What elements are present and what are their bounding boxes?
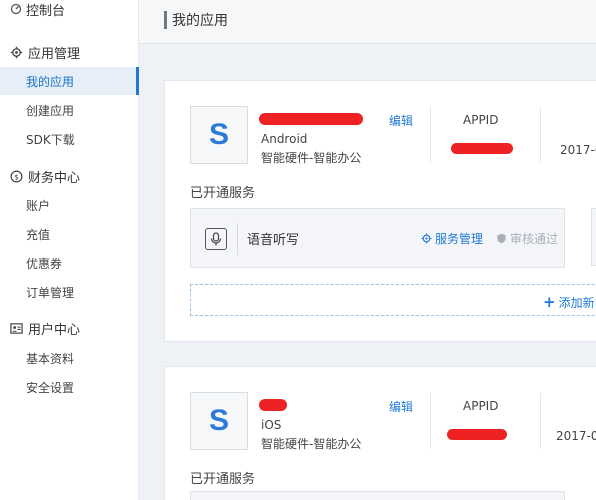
divider: [540, 107, 541, 163]
service-name: 语音听写: [247, 233, 300, 248]
add-service-button[interactable]: + 添加新: [543, 293, 595, 311]
sidebar-item-my-apps[interactable]: 我的应用: [0, 67, 139, 95]
app-logo-letter: S: [208, 404, 229, 437]
group-app-management[interactable]: 应用管理: [10, 42, 80, 62]
shield-icon: [497, 233, 506, 244]
coin-icon: $: [10, 170, 23, 182]
service-item-partial: [591, 208, 596, 266]
app-logo: S: [190, 392, 248, 450]
page-header: 我的应用: [139, 0, 596, 44]
redacted-app-name: [259, 399, 287, 411]
group-user-center[interactable]: 用户中心: [10, 318, 80, 338]
app-category: 智能硬件-智能办公: [261, 437, 362, 451]
appid-label: APPID: [463, 399, 499, 413]
divider: [430, 393, 431, 449]
service-item: 语音听写 服务管理 审核通过: [190, 208, 565, 268]
app-platform: Android: [261, 132, 308, 146]
services-title: 已开通服务: [190, 186, 256, 201]
brand-label: 控制台: [26, 3, 66, 19]
svg-text:$: $: [14, 172, 19, 181]
user-card-icon: [10, 322, 23, 334]
group-title-label: 财务中心: [28, 170, 81, 186]
edit-app-link[interactable]: 编辑: [389, 398, 413, 415]
service-manage-link[interactable]: 服务管理: [421, 230, 483, 247]
add-service-label: 添加新: [558, 295, 595, 310]
created-date: 2017-08: [556, 429, 596, 443]
app-logo-letter: S: [208, 118, 229, 151]
microphone-icon: [205, 228, 227, 250]
app-platform: iOS: [261, 418, 282, 432]
add-service-area[interactable]: + 添加新: [190, 284, 596, 316]
app-logo: S: [190, 106, 248, 164]
app-card: S 编辑 iOS 智能硬件-智能办公 APPID 2017-08 已开通服务: [164, 366, 596, 500]
divider: [237, 223, 238, 255]
console-link[interactable]: 控制台: [10, 0, 66, 19]
created-date: 2017-0: [560, 143, 596, 157]
sidebar-item-coupons[interactable]: 优惠券: [0, 249, 139, 277]
sidebar-item-orders[interactable]: 订单管理: [0, 278, 139, 306]
services-title: 已开通服务: [190, 472, 256, 487]
divider: [430, 107, 431, 163]
gear-icon: [10, 46, 23, 58]
sidebar-item-security[interactable]: 安全设置: [0, 373, 139, 401]
redacted-appid: [447, 429, 507, 440]
app-category: 智能硬件-智能办公: [261, 151, 362, 165]
title-accent-bar: [164, 11, 167, 29]
service-manage-label: 服务管理: [435, 232, 484, 246]
group-finance[interactable]: $ 财务中心: [10, 166, 80, 186]
gear-icon: [421, 233, 432, 244]
divider: [540, 393, 541, 449]
sidebar-item-recharge[interactable]: 充值: [0, 220, 139, 248]
sidebar-item-profile[interactable]: 基本资料: [0, 344, 139, 372]
audit-status-label: 审核通过: [510, 232, 559, 246]
redacted-appid: [451, 143, 513, 154]
appid-label: APPID: [463, 113, 499, 127]
group-title-label: 应用管理: [28, 46, 81, 62]
audit-status: 审核通过: [496, 230, 558, 247]
group-title-label: 用户中心: [28, 322, 81, 338]
sidebar-item-account[interactable]: 账户: [0, 191, 139, 219]
console-icon: [10, 3, 22, 15]
sidebar-item-create-app[interactable]: 创建应用: [0, 96, 139, 124]
redacted-app-name: [259, 113, 363, 125]
app-card: S 编辑 Android 智能硬件-智能办公 APPID 2017-0 已开通服…: [164, 80, 596, 342]
sidebar: 控制台 应用管理 我的应用 创建应用 SDK下载 $ 财务中心 账户 充值 优惠…: [0, 0, 139, 500]
page-title: 我的应用: [172, 13, 228, 29]
service-item: [190, 491, 565, 500]
edit-app-link[interactable]: 编辑: [389, 112, 413, 129]
plus-icon: +: [543, 293, 556, 311]
sidebar-item-sdk-download[interactable]: SDK下载: [0, 125, 139, 153]
